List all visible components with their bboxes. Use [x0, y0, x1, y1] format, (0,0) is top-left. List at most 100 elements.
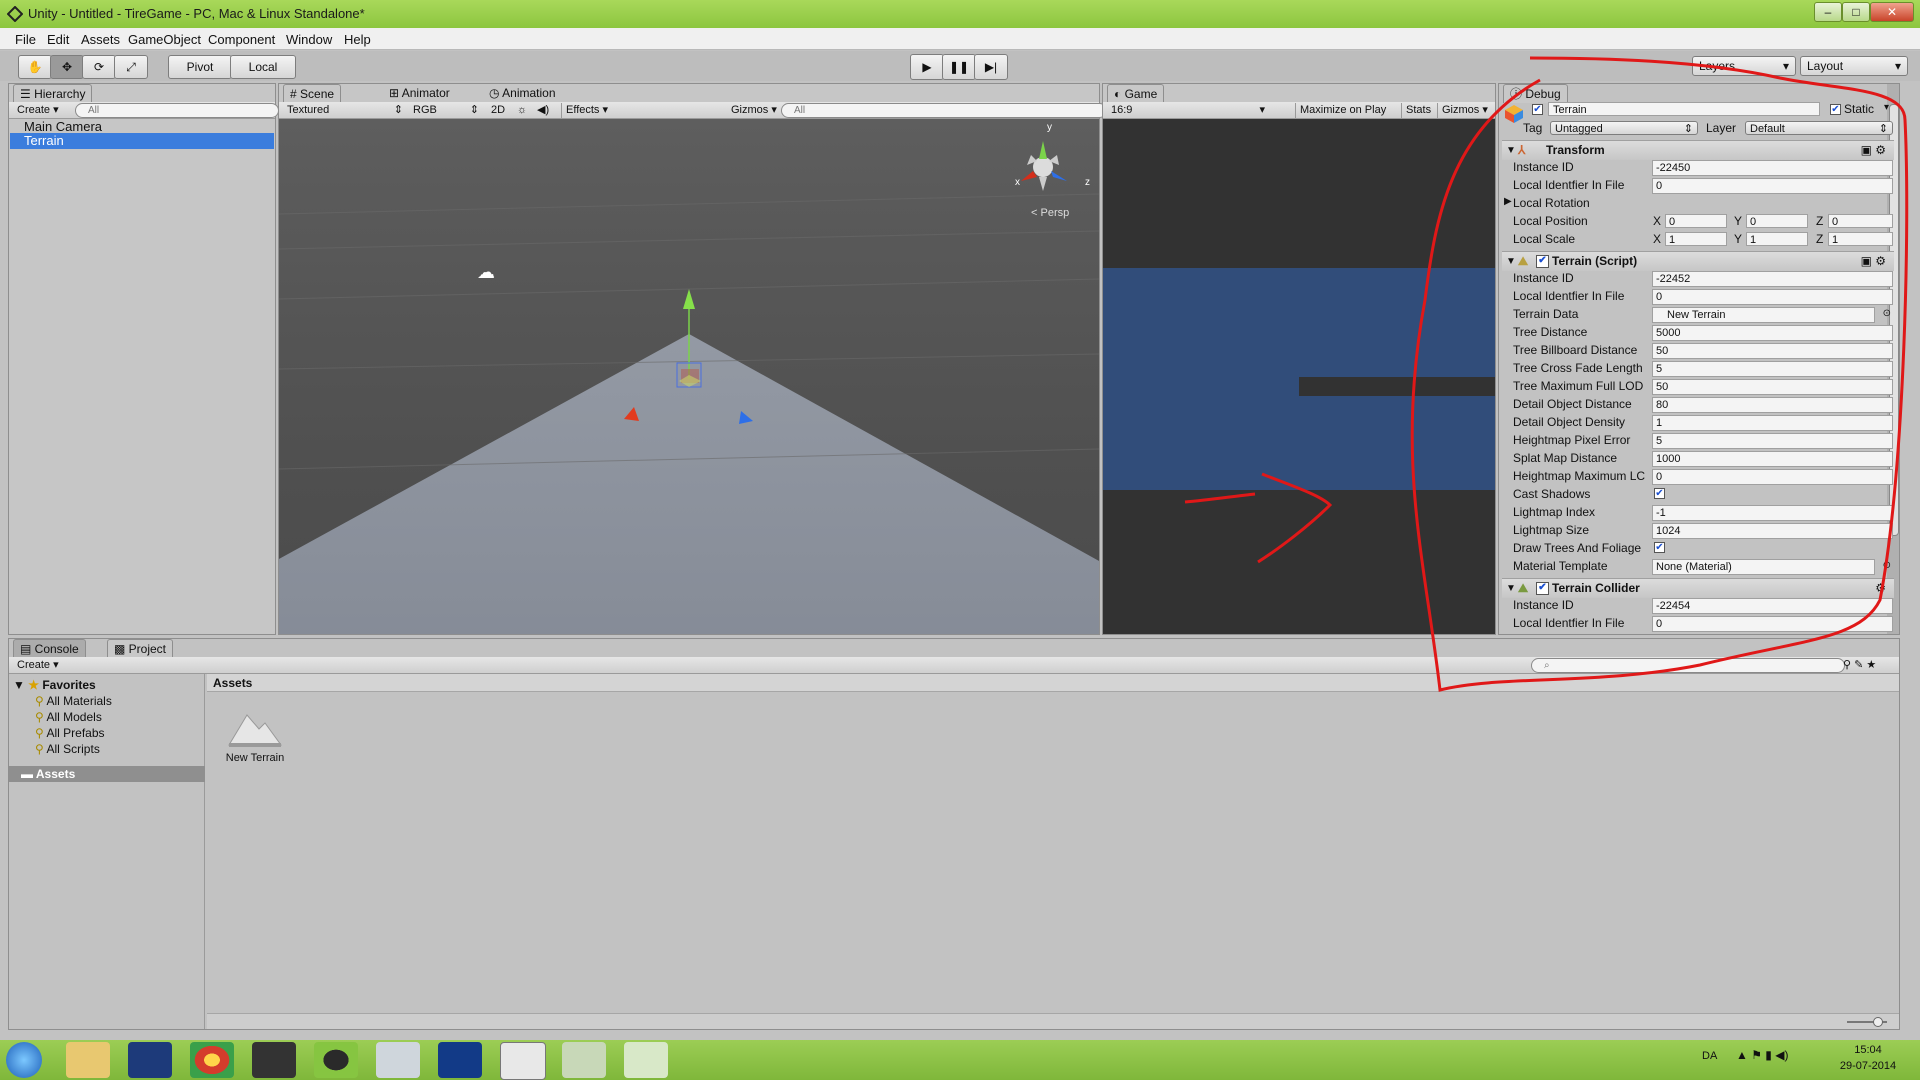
tab-animator[interactable]: ⊞ Animator — [383, 84, 456, 102]
audio-toggle-icon[interactable]: ◀) — [533, 103, 555, 118]
tree-distance-field[interactable]: 5000 — [1652, 325, 1893, 341]
lighting-toggle-icon[interactable]: ☼ — [513, 103, 535, 118]
clock-time[interactable]: 15:04 — [1838, 1044, 1898, 1056]
layer-dropdown[interactable]: Default ⇕ — [1745, 121, 1893, 135]
tab-game[interactable]: ◐ Game — [1107, 84, 1165, 103]
heightmap-pixel-error-field[interactable]: 5 — [1652, 433, 1893, 449]
game-gizmos-dropdown[interactable]: Gizmos ▾ — [1437, 103, 1496, 118]
collider-instance-id-field[interactable]: -22454 — [1652, 598, 1893, 614]
snipping-tool-icon[interactable] — [562, 1042, 606, 1078]
clock-date[interactable]: 29-07-2014 — [1830, 1060, 1906, 1072]
lightmap-index-field[interactable]: -1 — [1652, 505, 1893, 521]
local-toggle[interactable]: Local — [230, 55, 296, 79]
orientation-gizmo-icon[interactable] — [1009, 129, 1079, 199]
favorite-item[interactable]: ⚲ All Scripts — [35, 742, 100, 756]
hierarchy-search-input[interactable]: All — [75, 103, 279, 118]
local-rotation-foldout-icon[interactable]: ▶ — [1504, 196, 1512, 207]
project-create-dropdown[interactable]: Create ▾ — [13, 658, 69, 673]
lightmap-size-field[interactable]: 1024 — [1652, 523, 1893, 539]
menu-window[interactable]: Window — [286, 32, 332, 47]
terrain-local-id-field[interactable]: 0 — [1652, 289, 1893, 305]
shading-dropdown[interactable]: Textured ⇕ — [283, 103, 407, 118]
camera-icon[interactable]: ☁ — [477, 262, 495, 283]
maximize-on-play-toggle[interactable]: Maximize on Play — [1295, 103, 1404, 118]
transform-header[interactable]: ▼ ⅄ Transform ▣ ⚙ — [1502, 140, 1894, 160]
photoshop-icon-2[interactable] — [438, 1042, 482, 1078]
icon-size-slider-thumb[interactable] — [1873, 1017, 1883, 1027]
static-checkbox[interactable]: ✔ — [1830, 104, 1841, 115]
detail-object-density-field[interactable]: 1 — [1652, 415, 1893, 431]
move-tool-icon[interactable]: ✥ — [50, 55, 84, 79]
scene-search-input[interactable]: All — [781, 103, 1107, 118]
position-z-field[interactable]: 0 — [1828, 214, 1893, 228]
menu-file[interactable]: File — [15, 32, 36, 47]
tree-max-lod-field[interactable]: 50 — [1652, 379, 1893, 395]
terrain-instance-id-field[interactable]: -22452 — [1652, 271, 1893, 287]
stats-toggle[interactable]: Stats — [1401, 103, 1440, 118]
hierarchy-create-dropdown[interactable]: Create ▾ — [13, 103, 69, 118]
menu-gameobject[interactable]: GameObject — [128, 32, 201, 47]
chrome-icon[interactable] — [190, 1042, 234, 1078]
terrain-script-enabled-checkbox[interactable]: ✔ — [1536, 255, 1549, 268]
favorites-section[interactable]: ▼ ★ Favorites — [13, 678, 96, 692]
project-search-input[interactable]: ⌕ — [1531, 658, 1845, 673]
object-picker-icon[interactable]: ⊙ — [1883, 305, 1891, 323]
splat-map-distance-field[interactable]: 1000 — [1652, 451, 1893, 467]
gameobject-active-checkbox[interactable]: ✔ — [1532, 104, 1543, 115]
play-icon[interactable]: ▶ — [910, 54, 944, 80]
maximize-button[interactable]: □ — [1842, 2, 1870, 22]
scene-viewport[interactable]: ☁ y x z < Persp — [279, 119, 1099, 634]
cast-shadows-checkbox[interactable]: ✔ — [1654, 488, 1665, 499]
spotify-icon[interactable] — [314, 1042, 358, 1078]
menu-edit[interactable]: Edit — [47, 32, 69, 47]
tree-cross-fade-field[interactable]: 5 — [1652, 361, 1893, 377]
start-button-icon[interactable] — [6, 1042, 42, 1078]
layout-dropdown[interactable]: Layout ▾ — [1800, 56, 1908, 76]
collider-local-id-field[interactable]: 0 — [1652, 616, 1893, 632]
paint-icon[interactable] — [624, 1042, 668, 1078]
asset-item[interactable]: New Terrain — [223, 709, 287, 764]
draw-trees-checkbox[interactable]: ✔ — [1654, 542, 1665, 553]
menu-assets[interactable]: Assets — [81, 32, 120, 47]
hand-tool-icon[interactable]: ✋ — [18, 55, 52, 79]
local-rotation-label[interactable]: Local Rotation — [1513, 194, 1590, 212]
terrain-script-header[interactable]: ▼ ⛰ ✔ Terrain (Script) ▣ ⚙ — [1502, 251, 1894, 271]
game-viewport[interactable] — [1103, 119, 1495, 634]
scale-tool-icon[interactable]: ⤢ — [114, 55, 148, 79]
tag-dropdown[interactable]: Untagged ⇕ — [1550, 121, 1698, 135]
assets-folder[interactable]: ▬ Assets — [9, 766, 205, 782]
tray-icons[interactable]: ▲ ⚑ ▮ ◀) — [1736, 1048, 1788, 1062]
scale-z-field[interactable]: 1 — [1828, 232, 1893, 246]
favorite-item[interactable]: ⚲ All Materials — [35, 694, 112, 708]
scale-y-field[interactable]: 1 — [1746, 232, 1808, 246]
minimize-button[interactable]: – — [1814, 2, 1842, 22]
rotate-tool-icon[interactable]: ⟳ — [82, 55, 116, 79]
gameobject-name-input[interactable]: Terrain — [1548, 102, 1820, 116]
favorite-item[interactable]: ⚲ All Prefabs — [35, 726, 105, 740]
scale-x-field[interactable]: 1 — [1665, 232, 1727, 246]
steam-icon[interactable] — [252, 1042, 296, 1078]
close-button[interactable]: ✕ — [1870, 2, 1914, 22]
tree-billboard-distance-field[interactable]: 50 — [1652, 343, 1893, 359]
detail-object-distance-field[interactable]: 80 — [1652, 397, 1893, 413]
transform-instance-id-field[interactable]: -22450 — [1652, 160, 1893, 176]
tab-hierarchy[interactable]: ☰ Hierarchy — [13, 84, 93, 103]
gizmos-dropdown[interactable]: Gizmos ▾ — [727, 103, 781, 118]
photoshop-icon-1[interactable] — [128, 1042, 172, 1078]
pivot-toggle[interactable]: Pivot — [168, 55, 232, 79]
calculator-icon[interactable] — [376, 1042, 420, 1078]
menu-component[interactable]: Component — [208, 32, 275, 47]
heightmap-max-lod-field[interactable]: 0 — [1652, 469, 1893, 485]
transform-local-id-field[interactable]: 0 — [1652, 178, 1893, 194]
layers-dropdown[interactable]: Layers ▾ — [1692, 56, 1796, 76]
static-dropdown-icon[interactable]: ▾ — [1884, 102, 1889, 113]
tab-animation[interactable]: ◷ Animation — [483, 84, 562, 102]
hierarchy-item-main-camera[interactable]: Main Camera — [24, 119, 102, 134]
terrain-data-object-field[interactable]: New Terrain — [1652, 307, 1875, 323]
step-icon[interactable]: ▶| — [974, 54, 1008, 80]
tab-console[interactable]: ▤ Console — [13, 639, 86, 658]
project-breadcrumb[interactable]: Assets — [207, 674, 1899, 692]
position-y-field[interactable]: 0 — [1746, 214, 1808, 228]
persp-label[interactable]: < Persp — [1031, 207, 1069, 219]
tab-project[interactable]: ▩ Project — [107, 639, 174, 658]
